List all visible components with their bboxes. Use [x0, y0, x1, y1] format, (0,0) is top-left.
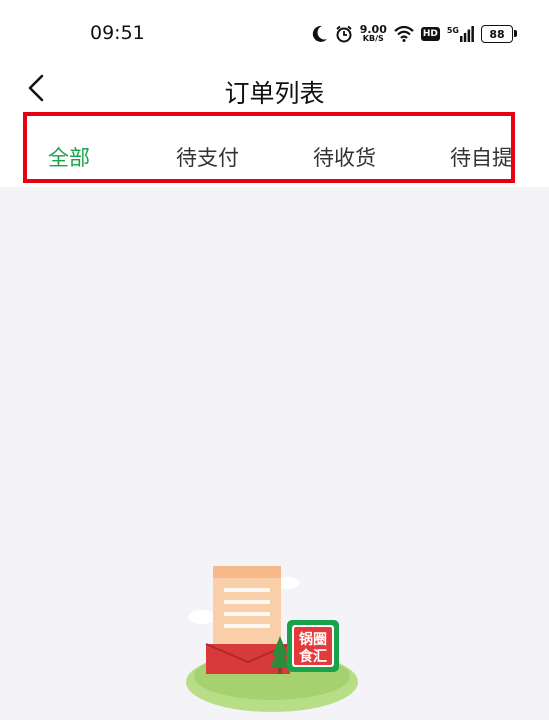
order-status-tabs: 全部 待支付 待收货 待自提 — [0, 114, 549, 187]
battery-indicator: 88 — [481, 25, 517, 43]
navigation-bar: 订单列表 — [0, 62, 549, 114]
battery-level: 88 — [489, 27, 505, 41]
network-speed: 9.00 KB/S — [359, 23, 387, 43]
alarm-icon — [336, 25, 352, 43]
network-type-label: 5G — [446, 26, 459, 35]
tab-all[interactable]: 全部 — [48, 142, 90, 172]
network-speed-unit: KB/S — [362, 34, 384, 43]
moon-icon — [312, 25, 327, 42]
tab-pending-pickup[interactable]: 待自提 — [450, 142, 513, 172]
cellular-signal: 5G — [447, 26, 474, 42]
status-icons: 9.00 KB/S HD 5G 88 — [312, 20, 517, 48]
hd-badge: HD — [420, 27, 440, 41]
network-speed-value: 9.00 — [359, 23, 387, 36]
brand-sign-text: 锅圈 — [299, 632, 327, 648]
active-tab-indicator — [57, 179, 81, 183]
status-bar: 09:51 9.00 KB/S HD 5G 88 — [0, 0, 549, 62]
status-time: 09:51 — [90, 22, 145, 44]
empty-orders-illustration: 锅圈 食汇 — [186, 566, 358, 712]
page-title: 订单列表 — [224, 79, 325, 108]
tab-pending-payment[interactable]: 待支付 — [176, 142, 239, 172]
order-list-area: 锅圈 食汇 — [0, 187, 549, 720]
tab-pending-receipt[interactable]: 待收货 — [313, 142, 376, 172]
signal-bars-icon — [460, 26, 474, 42]
wifi-icon — [394, 26, 414, 42]
brand-sign-text-2: 食汇 — [299, 648, 327, 665]
